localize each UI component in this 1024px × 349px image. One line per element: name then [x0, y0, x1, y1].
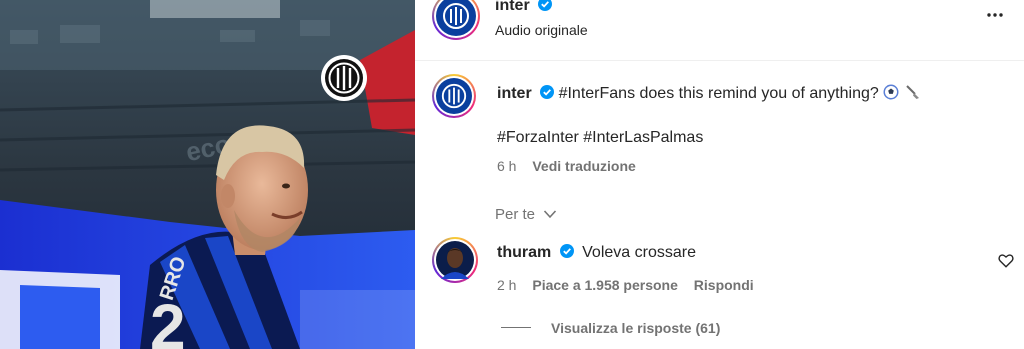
thuram-avatar-image	[436, 241, 474, 279]
comment-avatar[interactable]	[432, 237, 478, 283]
comment-like-button[interactable]	[998, 253, 1014, 273]
caption-avatar[interactable]	[432, 74, 476, 118]
view-replies-label: Visualizza le risposte (61)	[551, 320, 721, 336]
header-user[interactable]: inter	[495, 0, 553, 15]
post-side-panel: inter Audio originale inter #InterFans d…	[415, 0, 1024, 349]
comment-sort-dropdown[interactable]: Per te	[495, 206, 557, 223]
comment-line: thuram Voleva crossare	[497, 244, 696, 262]
comment-username[interactable]: thuram	[497, 244, 551, 261]
heart-icon	[998, 254, 1014, 268]
verified-badge-icon	[540, 85, 555, 99]
caption-time[interactable]: 6 h	[497, 158, 516, 174]
post-media-video[interactable]: econs RRO 2	[0, 0, 415, 349]
soccer-ball-icon	[883, 84, 899, 100]
comment-text: Voleva crossare	[582, 244, 696, 261]
inter-watermark-logo	[321, 55, 367, 101]
svg-text:2: 2	[150, 291, 186, 349]
header-avatar[interactable]	[432, 0, 480, 40]
replies-divider-line	[501, 327, 531, 328]
video-frame-illustration: econs RRO 2	[0, 0, 415, 349]
caption-text: does this remind you of anything?	[635, 85, 884, 102]
chevron-down-icon	[543, 210, 557, 219]
caption-hashtags[interactable]: #ForzaInter #InterLasPalmas	[497, 129, 703, 147]
comment-likes-count[interactable]: Piace a 1.958 persone	[532, 277, 678, 293]
caption-line: inter #InterFans does this remind you of…	[497, 84, 922, 103]
broom-icon	[905, 85, 919, 99]
inter-logo-icon	[436, 78, 472, 114]
inter-logo-icon	[436, 0, 476, 36]
see-translation-button[interactable]: Vedi traduzione	[532, 158, 635, 174]
view-replies-button[interactable]: Visualizza le risposte (61)	[551, 320, 720, 336]
comment-time[interactable]: 2 h	[497, 277, 516, 293]
more-horizontal-icon	[987, 13, 1003, 17]
caption-username[interactable]: inter	[497, 85, 532, 102]
more-options-button[interactable]	[986, 6, 1004, 29]
header-username[interactable]: inter	[495, 0, 530, 14]
hashtag-interfans-link[interactable]: #InterFans	[559, 85, 635, 102]
comment-sort-label: Per te	[495, 206, 536, 223]
header-divider	[415, 60, 1024, 61]
header-subtitle[interactable]: Audio originale	[495, 22, 588, 38]
reply-button[interactable]: Rispondi	[694, 277, 754, 293]
verified-badge-icon	[559, 244, 574, 258]
verified-badge-icon	[538, 0, 553, 11]
